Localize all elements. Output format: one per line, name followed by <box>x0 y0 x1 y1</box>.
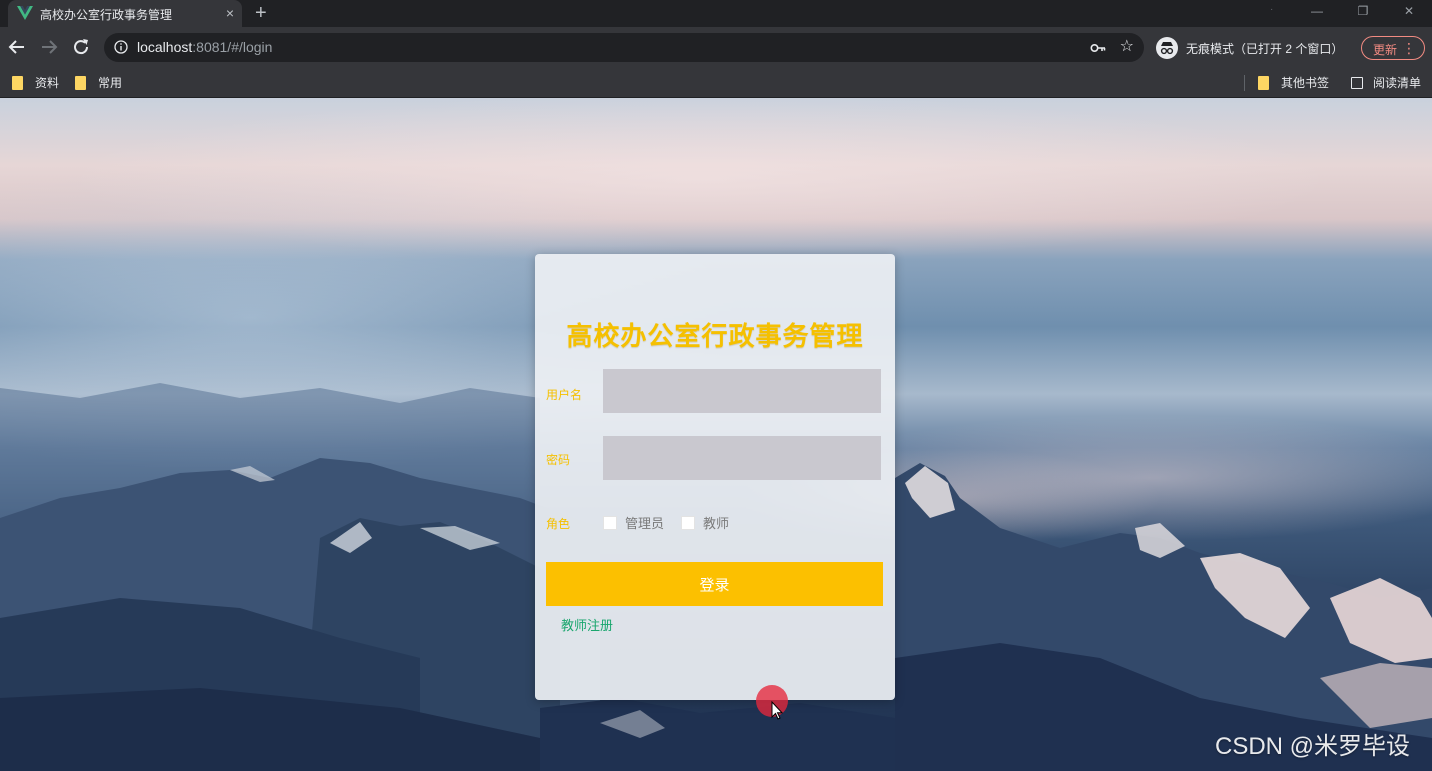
bookmark-folder-ziliao[interactable]: 资料 <box>12 74 59 91</box>
close-window-icon[interactable]: ✕ <box>1386 0 1432 24</box>
folder-icon <box>75 75 86 90</box>
url-text[interactable]: localhost:8081/#/login <box>137 39 272 55</box>
bookmark-folder-changyong[interactable]: 常用 <box>75 74 122 91</box>
role-option-admin[interactable]: 管理员 <box>603 513 664 532</box>
role-label: 角色 <box>546 517 571 531</box>
window-controls: — ❐ ✕ <box>1294 0 1432 27</box>
bookmark-label: 常用 <box>98 76 123 90</box>
incognito-label: 无痕模式（已打开 2 个窗口） <box>1186 41 1344 56</box>
vue-logo-icon <box>17 6 33 20</box>
tab-title: 高校办公室行政事务管理 <box>40 8 173 22</box>
reload-icon[interactable] <box>70 36 92 58</box>
address-bar[interactable]: localhost:8081/#/login ☆ <box>104 33 1144 62</box>
role-text-admin: 管理员 <box>625 516 665 531</box>
role-option-teacher[interactable]: 教师 <box>681 513 729 532</box>
browser-toolbar: localhost:8081/#/login ☆ 无痕模式（已打开 2 个窗口）… <box>0 27 1432 68</box>
update-label: 更新 <box>1373 43 1398 57</box>
tab-strip: 高校办公室行政事务管理 × + · — ❐ ✕ <box>0 0 1432 27</box>
teacher-checkbox[interactable] <box>681 515 695 530</box>
tab-search-icon[interactable]: · <box>1270 4 1273 15</box>
reading-list-label: 阅读清单 <box>1373 76 1422 90</box>
csdn-watermark: CSDN @米罗毕设 <box>1215 733 1411 760</box>
back-arrow-icon[interactable] <box>6 36 28 58</box>
folder-icon <box>1258 75 1269 90</box>
minimize-icon[interactable]: — <box>1294 0 1340 24</box>
update-button[interactable]: 更新 ⋮ <box>1361 36 1425 60</box>
bookmark-label: 资料 <box>35 76 60 90</box>
bookmarks-bar: 资料 常用 其他书签 阅读清单 <box>0 68 1432 98</box>
bookmark-other[interactable]: 其他书签 <box>1258 74 1329 91</box>
incognito-indicator[interactable]: 无痕模式（已打开 2 个窗口） <box>1156 37 1343 59</box>
mouse-cursor-icon <box>771 701 784 720</box>
forward-arrow-icon[interactable] <box>38 36 60 58</box>
role-text-teacher: 教师 <box>703 516 730 531</box>
reading-list[interactable]: 阅读清单 <box>1351 74 1421 91</box>
username-label: 用户名 <box>546 388 583 402</box>
bookmark-label: 其他书签 <box>1281 76 1330 90</box>
reading-list-icon <box>1351 76 1363 89</box>
page-viewport: 高校办公室行政事务管理 用户名 密码 角色 管理员 教师 登录 教师注册 CSD… <box>0 98 1432 771</box>
admin-checkbox[interactable] <box>603 515 617 530</box>
key-icon[interactable] <box>1090 40 1106 56</box>
password-label: 密码 <box>546 453 571 467</box>
incognito-icon <box>1156 37 1178 59</box>
bookmark-star-icon[interactable]: ☆ <box>1120 38 1134 56</box>
login-title: 高校办公室行政事务管理 <box>566 321 864 351</box>
tab-close-icon[interactable]: × <box>226 3 234 23</box>
browser-window: 高校办公室行政事务管理 × + · — ❐ ✕ localhost:8081/#… <box>0 0 1432 771</box>
new-tab-icon[interactable]: + <box>255 2 267 24</box>
bookmarks-divider <box>1244 75 1245 91</box>
url-host: localhost <box>137 39 193 55</box>
url-path: :8081/#/login <box>192 39 273 55</box>
info-icon[interactable] <box>114 40 128 54</box>
login-button[interactable]: 登录 <box>546 562 883 606</box>
restore-icon[interactable]: ❐ <box>1340 0 1386 24</box>
menu-dots-icon[interactable]: ⋮ <box>1402 39 1416 57</box>
password-input[interactable] <box>603 436 881 480</box>
teacher-register-link[interactable]: 教师注册 <box>561 615 613 634</box>
username-input[interactable] <box>603 369 881 413</box>
browser-tab[interactable]: 高校办公室行政事务管理 × <box>8 0 242 27</box>
folder-icon <box>12 75 23 90</box>
